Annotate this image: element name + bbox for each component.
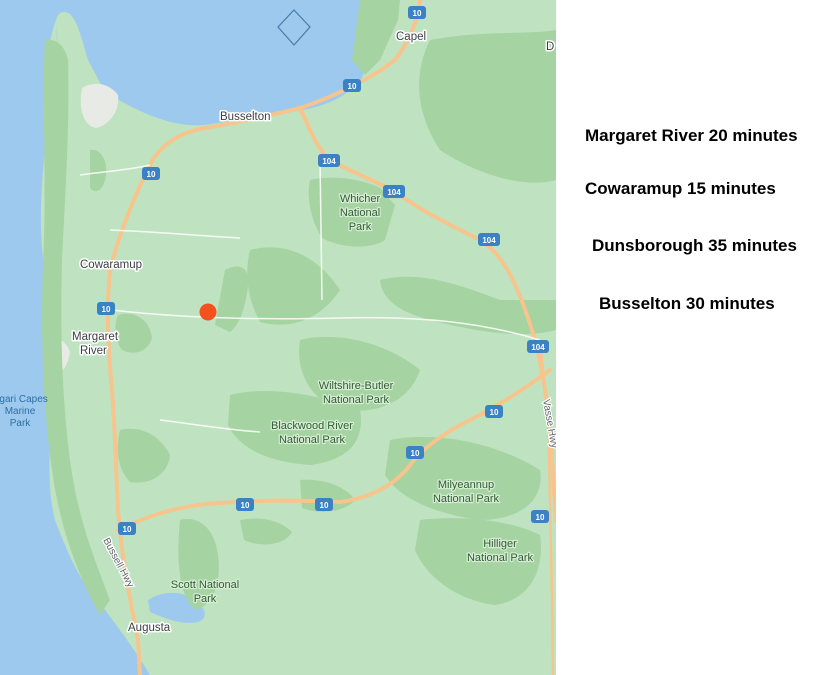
place-label-cowaramup: Cowaramup bbox=[80, 259, 142, 271]
marine-park-label: Park bbox=[10, 418, 32, 429]
route-104-shield: 104 bbox=[318, 154, 340, 167]
svg-text:104: 104 bbox=[387, 188, 401, 197]
svg-text:10: 10 bbox=[490, 408, 499, 417]
svg-text:104: 104 bbox=[482, 236, 496, 245]
park-label-scott: Scott National bbox=[171, 579, 239, 591]
route-104-shield: 104 bbox=[527, 340, 549, 353]
route-104-shield: 104 bbox=[478, 233, 500, 246]
park-label-wiltshire-butler: National Park bbox=[323, 394, 390, 406]
park-label-blackwood-river: National Park bbox=[279, 434, 346, 446]
svg-text:10: 10 bbox=[123, 525, 132, 534]
place-label-capel: Capel bbox=[396, 31, 426, 43]
route-10-shield: 10 bbox=[408, 6, 426, 19]
park-label-whicher: National bbox=[340, 207, 380, 219]
park-label-scott: Park bbox=[194, 593, 217, 605]
svg-text:10: 10 bbox=[411, 449, 420, 458]
park-label-hilliger: National Park bbox=[467, 552, 534, 564]
travel-time-cowaramup: Cowaramup 15 minutes bbox=[585, 179, 776, 198]
svg-text:104: 104 bbox=[322, 157, 336, 166]
place-label-busselton: Busselton bbox=[220, 111, 271, 123]
route-10-shield: 10 bbox=[343, 79, 361, 92]
route-10-shield: 10 bbox=[315, 498, 333, 511]
marine-park-label: Marine bbox=[5, 406, 36, 417]
route-10-shield: 10 bbox=[118, 522, 136, 535]
svg-text:10: 10 bbox=[241, 501, 250, 510]
svg-text:10: 10 bbox=[102, 305, 111, 314]
svg-text:10: 10 bbox=[147, 170, 156, 179]
marine-park-label: Ngari Capes bbox=[0, 394, 48, 405]
route-10-shield: 10 bbox=[236, 498, 254, 511]
route-10-shield: 10 bbox=[531, 510, 549, 523]
park-label-whicher: Park bbox=[349, 221, 372, 233]
travel-time-margaret-river: Margaret River 20 minutes bbox=[585, 126, 798, 145]
svg-text:10: 10 bbox=[536, 513, 545, 522]
travel-times-panel: Margaret River 20 minutes Cowaramup 15 m… bbox=[556, 0, 814, 675]
park-label-hilliger: Hilliger bbox=[483, 538, 517, 550]
svg-text:10: 10 bbox=[348, 82, 357, 91]
location-dot-icon[interactable] bbox=[199, 303, 217, 321]
place-label-margaret-river: Margaret bbox=[72, 331, 119, 343]
travel-time-busselton: Busselton 30 minutes bbox=[599, 294, 775, 313]
park-label-blackwood-river: Blackwood River bbox=[271, 420, 353, 432]
route-10-shield: 10 bbox=[142, 167, 160, 180]
route-10-shield: 10 bbox=[97, 302, 115, 315]
svg-text:104: 104 bbox=[531, 343, 545, 352]
place-label-augusta: Augusta bbox=[128, 622, 171, 634]
svg-text:10: 10 bbox=[413, 9, 422, 18]
map-view[interactable]: 10 10 10 10 10 10 10 10 10 10 104 104 10… bbox=[0, 0, 556, 675]
park-label-whicher: Whicher bbox=[340, 193, 381, 205]
route-10-shield: 10 bbox=[406, 446, 424, 459]
svg-text:10: 10 bbox=[320, 501, 329, 510]
route-10-shield: 10 bbox=[485, 405, 503, 418]
park-label-milyeannup: National Park bbox=[433, 493, 500, 505]
place-label-margaret-river: River bbox=[80, 345, 107, 357]
route-104-shield: 104 bbox=[383, 185, 405, 198]
edge-label: D bbox=[546, 41, 554, 53]
park-label-wiltshire-butler: Wiltshire-Butler bbox=[319, 380, 394, 392]
park-label-milyeannup: Milyeannup bbox=[438, 479, 494, 491]
travel-time-dunsborough: Dunsborough 35 minutes bbox=[592, 236, 797, 255]
